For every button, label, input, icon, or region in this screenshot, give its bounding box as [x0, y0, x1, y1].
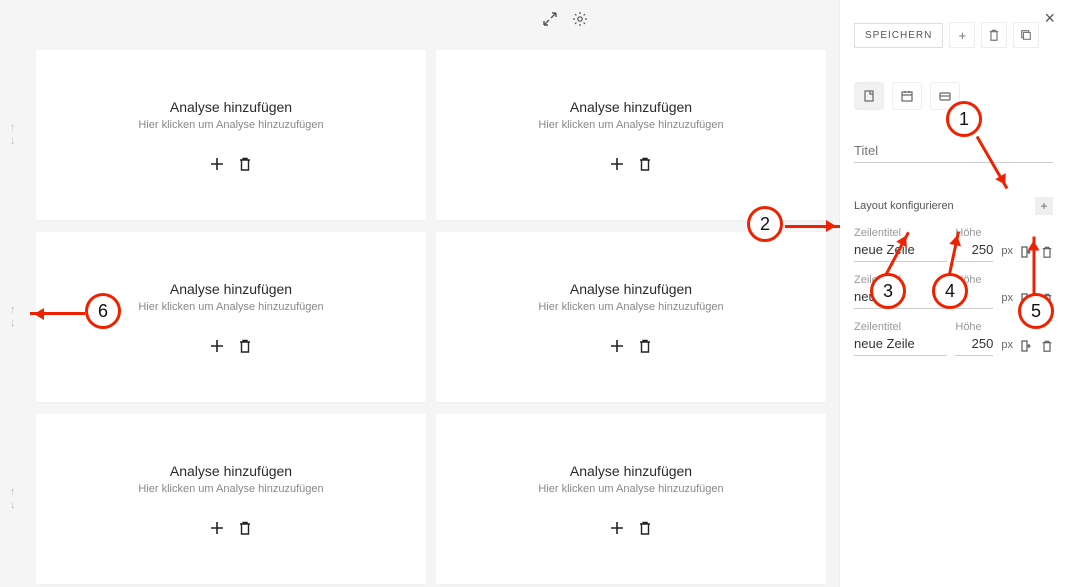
add-row-button[interactable]: + [1035, 197, 1053, 215]
add-analysis-card[interactable]: Analyse hinzufügen Hier klicken um Analy… [36, 414, 426, 584]
card-subtitle: Hier klicken um Analyse hinzuzufügen [538, 483, 723, 495]
card-subtitle: Hier klicken um Analyse hinzuzufügen [138, 301, 323, 313]
row-config: Zeilentitel Höhe px [854, 274, 1053, 309]
expand-icon[interactable] [539, 8, 561, 30]
row-title-input[interactable] [854, 333, 947, 356]
trash-icon[interactable] [238, 339, 252, 354]
arrow-up-icon[interactable]: ↑ [10, 305, 16, 316]
tab-card-icon[interactable] [930, 82, 960, 110]
delete-row-icon[interactable] [1041, 246, 1053, 262]
trash-icon[interactable] [238, 157, 252, 172]
delete-row-icon[interactable] [1041, 340, 1053, 356]
card-title: Analyse hinzufügen [170, 281, 292, 297]
layout-row: ↑↓ Analyse hinzufügen Hier klicken um An… [36, 414, 826, 584]
arrow-down-icon[interactable]: ↓ [10, 318, 16, 329]
card-subtitle: Hier klicken um Analyse hinzuzufügen [138, 483, 323, 495]
close-icon[interactable]: × [1044, 8, 1055, 29]
card-subtitle: Hier klicken um Analyse hinzuzufügen [538, 301, 723, 313]
add-icon[interactable] [610, 339, 624, 353]
add-button[interactable]: + [949, 22, 975, 48]
add-analysis-card[interactable]: Analyse hinzufügen Hier klicken um Analy… [436, 414, 826, 584]
copy-button[interactable] [1013, 22, 1039, 48]
row-height-input[interactable] [955, 333, 993, 356]
row-height-unit: px [1001, 245, 1013, 262]
add-icon[interactable] [210, 521, 224, 535]
add-icon[interactable] [610, 521, 624, 535]
add-icon[interactable] [210, 157, 224, 171]
add-analysis-card[interactable]: Analyse hinzufügen Hier klicken um Analy… [436, 232, 826, 402]
card-title: Analyse hinzufügen [170, 463, 292, 479]
card-title: Analyse hinzufügen [170, 99, 292, 115]
canvas: ↑↓ Analyse hinzufügen Hier klicken um An… [0, 0, 839, 587]
card-subtitle: Hier klicken um Analyse hinzuzufügen [138, 119, 323, 131]
row-height-input[interactable] [955, 286, 993, 309]
arrow-down-icon[interactable]: ↓ [10, 500, 16, 511]
add-column-icon[interactable] [1021, 339, 1033, 356]
arrow-up-icon[interactable]: ↑ [10, 123, 16, 134]
row-height-unit: px [1001, 339, 1013, 356]
row-title-label: Zeilentitel [854, 321, 947, 333]
trash-icon[interactable] [638, 521, 652, 536]
delete-row-icon[interactable] [1041, 293, 1053, 309]
trash-icon[interactable] [638, 339, 652, 354]
delete-button[interactable] [981, 22, 1007, 48]
save-button[interactable]: SPEICHERN [854, 23, 943, 48]
card-title: Analyse hinzufügen [570, 463, 692, 479]
add-icon[interactable] [610, 157, 624, 171]
layout-config-label: Layout konfigurieren [854, 200, 954, 212]
add-column-icon[interactable] [1021, 292, 1033, 309]
add-analysis-card[interactable]: Analyse hinzufügen Hier klicken um Analy… [36, 232, 426, 402]
row-title-label: Zeilentitel [854, 274, 947, 286]
row-reorder[interactable]: ↑↓ [10, 305, 16, 329]
gear-icon[interactable] [569, 8, 591, 30]
trash-icon[interactable] [238, 521, 252, 536]
tab-page-icon[interactable] [854, 82, 884, 110]
card-subtitle: Hier klicken um Analyse hinzuzufügen [538, 119, 723, 131]
row-height-label: Höhe [955, 321, 993, 333]
row-height-unit: px [1001, 292, 1013, 309]
row-reorder[interactable]: ↑↓ [10, 123, 16, 147]
arrow-up-icon[interactable]: ↑ [10, 487, 16, 498]
layout-grid: ↑↓ Analyse hinzufügen Hier klicken um An… [36, 50, 826, 584]
layout-row: ↑↓ Analyse hinzufügen Hier klicken um An… [36, 50, 826, 220]
add-icon[interactable] [210, 339, 224, 353]
tab-calendar-icon[interactable] [892, 82, 922, 110]
add-analysis-card[interactable]: Analyse hinzufügen Hier klicken um Analy… [436, 50, 826, 220]
side-tabs [854, 82, 1053, 110]
row-reorder[interactable]: ↑↓ [10, 487, 16, 511]
add-analysis-card[interactable]: Analyse hinzufügen Hier klicken um Analy… [36, 50, 426, 220]
arrow-down-icon[interactable]: ↓ [10, 136, 16, 147]
layout-row: ↑↓ Analyse hinzufügen Hier klicken um An… [36, 232, 826, 402]
row-title-input[interactable] [854, 286, 947, 309]
card-title: Analyse hinzufügen [570, 281, 692, 297]
trash-icon[interactable] [638, 157, 652, 172]
title-input[interactable] [854, 140, 1053, 163]
row-height-label: Höhe [955, 274, 993, 286]
row-config: Zeilentitel Höhe px [854, 321, 1053, 356]
card-title: Analyse hinzufügen [570, 99, 692, 115]
